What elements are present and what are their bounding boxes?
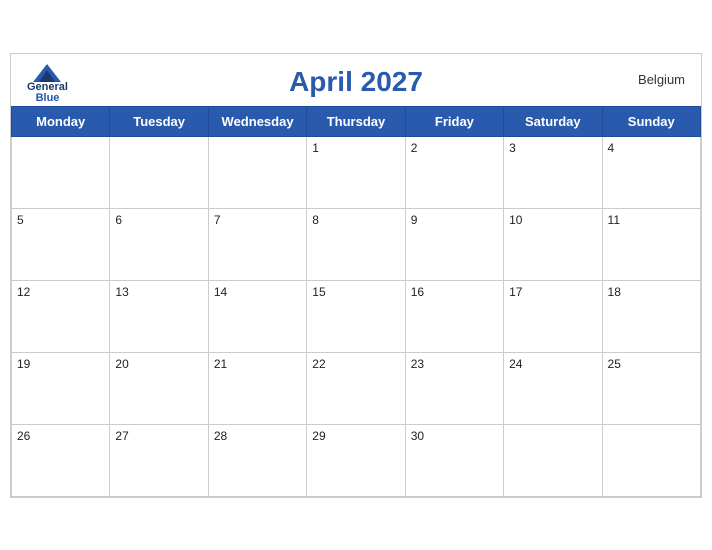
calendar-cell-w1-d2 xyxy=(110,136,208,208)
calendar-cell-w2-d4: 8 xyxy=(307,208,405,280)
calendar-cell-w2-d7: 11 xyxy=(602,208,700,280)
header-saturday: Saturday xyxy=(504,106,602,136)
day-number-29: 29 xyxy=(312,429,399,443)
logo-general: General xyxy=(27,82,68,93)
day-number-10: 10 xyxy=(509,213,596,227)
day-number-11: 11 xyxy=(608,213,695,227)
calendar-cell-w3-d2: 13 xyxy=(110,280,208,352)
week-row-3: 12 13 14 15 16 17 18 xyxy=(12,280,701,352)
calendar-cell-w5-d2: 27 xyxy=(110,424,208,496)
day-number-14: 14 xyxy=(214,285,301,299)
calendar-title: April 2027 xyxy=(289,66,423,98)
week-row-2: 56789 10 11 xyxy=(12,208,701,280)
day-number-15: 15 xyxy=(312,285,399,299)
calendar-cell-w5-d3: 28 xyxy=(208,424,306,496)
calendar-cell-w5-d7 xyxy=(602,424,700,496)
day-number-13: 13 xyxy=(115,285,202,299)
day-number-18: 18 xyxy=(608,285,695,299)
logo-blue: Blue xyxy=(36,93,60,104)
calendar-cell-w2-d2: 6 xyxy=(110,208,208,280)
day-number-1: 1 xyxy=(312,141,399,155)
logo: General Blue xyxy=(27,64,68,104)
calendar-cell-w3-d4: 15 xyxy=(307,280,405,352)
day-number-21: 21 xyxy=(214,357,301,371)
logo-icon xyxy=(33,64,61,82)
day-number-24: 24 xyxy=(509,357,596,371)
day-number-23: 23 xyxy=(411,357,498,371)
day-number-16: 16 xyxy=(411,285,498,299)
calendar-cell-w4-d1: 19 xyxy=(12,352,110,424)
day-number-4: 4 xyxy=(608,141,695,155)
calendar-cell-w4-d2: 20 xyxy=(110,352,208,424)
calendar-header: General Blue April 2027 Belgium xyxy=(11,54,701,106)
calendar-cell-w3-d1: 12 xyxy=(12,280,110,352)
calendar-cell-w1-d5: 2 xyxy=(405,136,503,208)
calendar-cell-w1-d7: 4 xyxy=(602,136,700,208)
day-number-28: 28 xyxy=(214,429,301,443)
calendar-cell-w5-d6 xyxy=(504,424,602,496)
day-number-9: 9 xyxy=(411,213,498,227)
calendar-cell-w5-d1: 26 xyxy=(12,424,110,496)
weekday-header-row: Monday Tuesday Wednesday Thursday Friday… xyxy=(12,106,701,136)
day-number-5: 5 xyxy=(17,213,104,227)
calendar-cell-w1-d3 xyxy=(208,136,306,208)
header-tuesday: Tuesday xyxy=(110,106,208,136)
week-row-1: 1234 xyxy=(12,136,701,208)
calendar-cell-w4-d4: 22 xyxy=(307,352,405,424)
day-number-7: 7 xyxy=(214,213,301,227)
day-number-26: 26 xyxy=(17,429,104,443)
header-wednesday: Wednesday xyxy=(208,106,306,136)
header-monday: Monday xyxy=(12,106,110,136)
calendar-cell-w4-d3: 21 xyxy=(208,352,306,424)
calendar-cell-w3-d5: 16 xyxy=(405,280,503,352)
calendar-table: Monday Tuesday Wednesday Thursday Friday… xyxy=(11,106,701,497)
header-sunday: Sunday xyxy=(602,106,700,136)
week-row-5: 26 27 28 29 30 xyxy=(12,424,701,496)
calendar-cell-w2-d5: 9 xyxy=(405,208,503,280)
calendar-cell-w4-d5: 23 xyxy=(405,352,503,424)
calendar-cell-w3-d6: 17 xyxy=(504,280,602,352)
day-number-6: 6 xyxy=(115,213,202,227)
day-number-12: 12 xyxy=(17,285,104,299)
day-number-20: 20 xyxy=(115,357,202,371)
day-number-19: 19 xyxy=(17,357,104,371)
week-row-4: 19 20 21 22 23 24 25 xyxy=(12,352,701,424)
day-number-3: 3 xyxy=(509,141,596,155)
calendar-cell-w3-d7: 18 xyxy=(602,280,700,352)
calendar: General Blue April 2027 Belgium Monday T… xyxy=(10,53,702,498)
calendar-cell-w1-d1 xyxy=(12,136,110,208)
calendar-cell-w1-d4: 1 xyxy=(307,136,405,208)
calendar-cell-w4-d7: 25 xyxy=(602,352,700,424)
calendar-cell-w5-d5: 30 xyxy=(405,424,503,496)
day-number-25: 25 xyxy=(608,357,695,371)
calendar-cell-w3-d3: 14 xyxy=(208,280,306,352)
day-number-27: 27 xyxy=(115,429,202,443)
header-thursday: Thursday xyxy=(307,106,405,136)
day-number-22: 22 xyxy=(312,357,399,371)
calendar-cell-w2-d6: 10 xyxy=(504,208,602,280)
calendar-cell-w1-d6: 3 xyxy=(504,136,602,208)
calendar-cell-w2-d3: 7 xyxy=(208,208,306,280)
day-number-2: 2 xyxy=(411,141,498,155)
day-number-17: 17 xyxy=(509,285,596,299)
calendar-cell-w2-d1: 5 xyxy=(12,208,110,280)
country-label: Belgium xyxy=(638,72,685,87)
day-number-30: 30 xyxy=(411,429,498,443)
header-friday: Friday xyxy=(405,106,503,136)
day-number-8: 8 xyxy=(312,213,399,227)
calendar-cell-w5-d4: 29 xyxy=(307,424,405,496)
calendar-body: 1234567891011121314151617181920212223242… xyxy=(12,136,701,496)
calendar-cell-w4-d6: 24 xyxy=(504,352,602,424)
